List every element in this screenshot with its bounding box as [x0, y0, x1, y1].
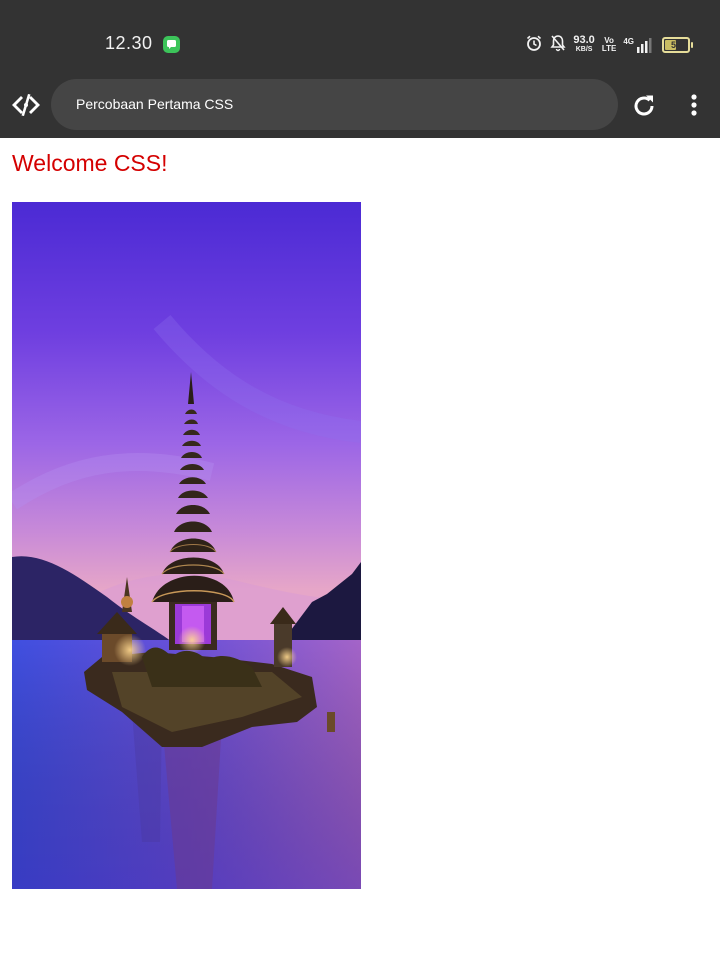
- network-speed-value: 93.0: [573, 34, 595, 46]
- bell-off-icon: [550, 34, 566, 57]
- address-bar[interactable]: Percobaan Pertama CSS: [51, 79, 618, 130]
- status-time: 12.30: [105, 33, 153, 53]
- alarm-icon: [525, 34, 543, 57]
- more-menu-icon[interactable]: [688, 92, 700, 120]
- network-type: 4G: [623, 37, 634, 46]
- volte-indicator: Vo LTE: [602, 37, 617, 53]
- signal-icon: 4G: [623, 37, 655, 53]
- volte-bottom: LTE: [601, 44, 617, 53]
- pagoda-lake-image: [12, 202, 361, 889]
- reload-icon[interactable]: [630, 92, 658, 120]
- network-speed-unit: KB/S: [575, 46, 593, 53]
- status-icons: 93.0 KB/S Vo LTE 4G 51: [525, 34, 693, 57]
- status-bar: 12.30 93.0 KB/S Vo LTE 4G 51: [0, 0, 720, 78]
- code-icon[interactable]: [10, 92, 42, 118]
- browser-toolbar: Percobaan Pertama CSS: [0, 78, 720, 138]
- page-heading: Welcome CSS!: [12, 150, 168, 176]
- battery-nub: [691, 42, 693, 48]
- chat-app-icon: [163, 36, 180, 53]
- battery-icon: 51: [662, 37, 693, 53]
- page-content: Welcome CSS!: [0, 138, 720, 971]
- battery-level: 51: [670, 40, 681, 50]
- address-bar-title: Percobaan Pertama CSS: [76, 96, 234, 112]
- network-speed: 93.0 KB/S: [573, 34, 595, 54]
